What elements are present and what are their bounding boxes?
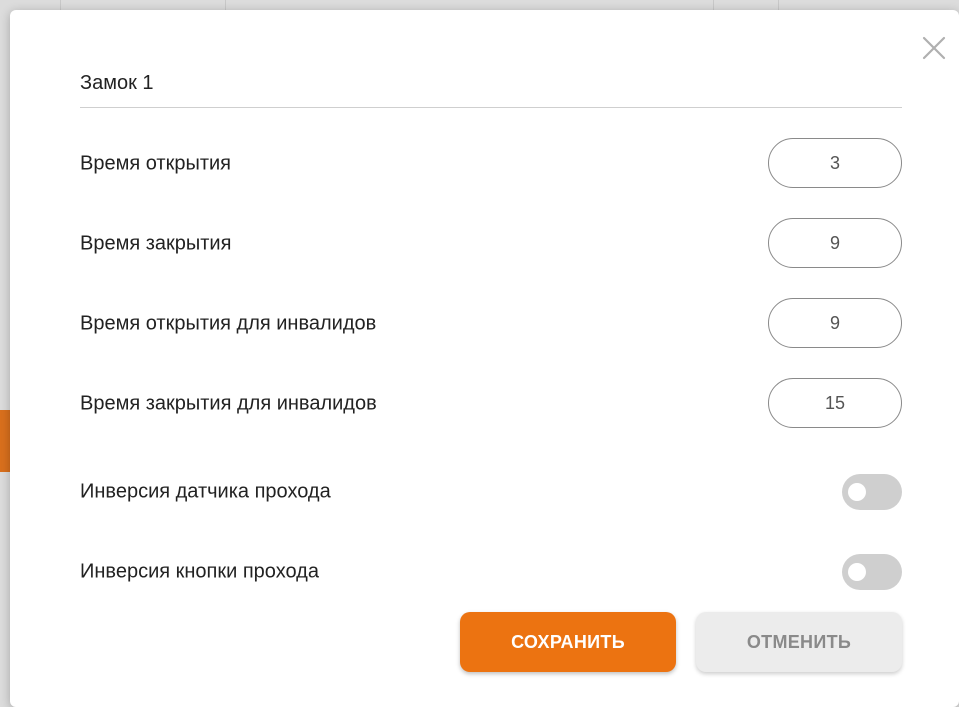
close-button[interactable] <box>912 28 956 72</box>
button-inversion-label: Инверсия кнопки прохода <box>80 560 319 583</box>
disabled-close-time-label: Время закрытия для инвалидов <box>80 392 377 415</box>
disabled-open-time-row: Время открытия для инвалидов <box>80 298 902 350</box>
disabled-open-time-label: Время открытия для инвалидов <box>80 312 377 335</box>
disabled-close-time-row: Время закрытия для инвалидов <box>80 378 902 430</box>
button-inversion-toggle[interactable] <box>842 554 902 590</box>
title-divider <box>80 107 902 108</box>
close-time-row: Время закрытия <box>80 218 902 270</box>
toggle-knob <box>848 483 866 501</box>
toggle-knob <box>848 563 866 581</box>
cancel-button[interactable]: ОТМЕНИТЬ <box>696 612 902 672</box>
sensor-inversion-label: Инверсия датчика прохода <box>80 480 331 503</box>
sensor-inversion-toggle[interactable] <box>842 474 902 510</box>
close-time-input[interactable] <box>768 218 902 268</box>
button-inversion-row: Инверсия кнопки прохода <box>80 546 902 598</box>
open-time-label: Время открытия <box>80 152 231 175</box>
close-time-label: Время закрытия <box>80 232 232 255</box>
open-time-input[interactable] <box>768 138 902 188</box>
sensor-inversion-row: Инверсия датчика прохода <box>80 466 902 518</box>
save-button[interactable]: СОХРАНИТЬ <box>460 612 676 672</box>
dialog-title: Замок 1 <box>80 72 154 94</box>
close-icon <box>922 36 946 60</box>
disabled-open-time-input[interactable] <box>768 298 902 348</box>
lock-settings-dialog: Замок 1 Время открытия Время закрытия Вр… <box>10 10 959 707</box>
disabled-close-time-input[interactable] <box>768 378 902 428</box>
open-time-row: Время открытия <box>80 138 902 190</box>
background-accent-strip <box>0 410 10 472</box>
